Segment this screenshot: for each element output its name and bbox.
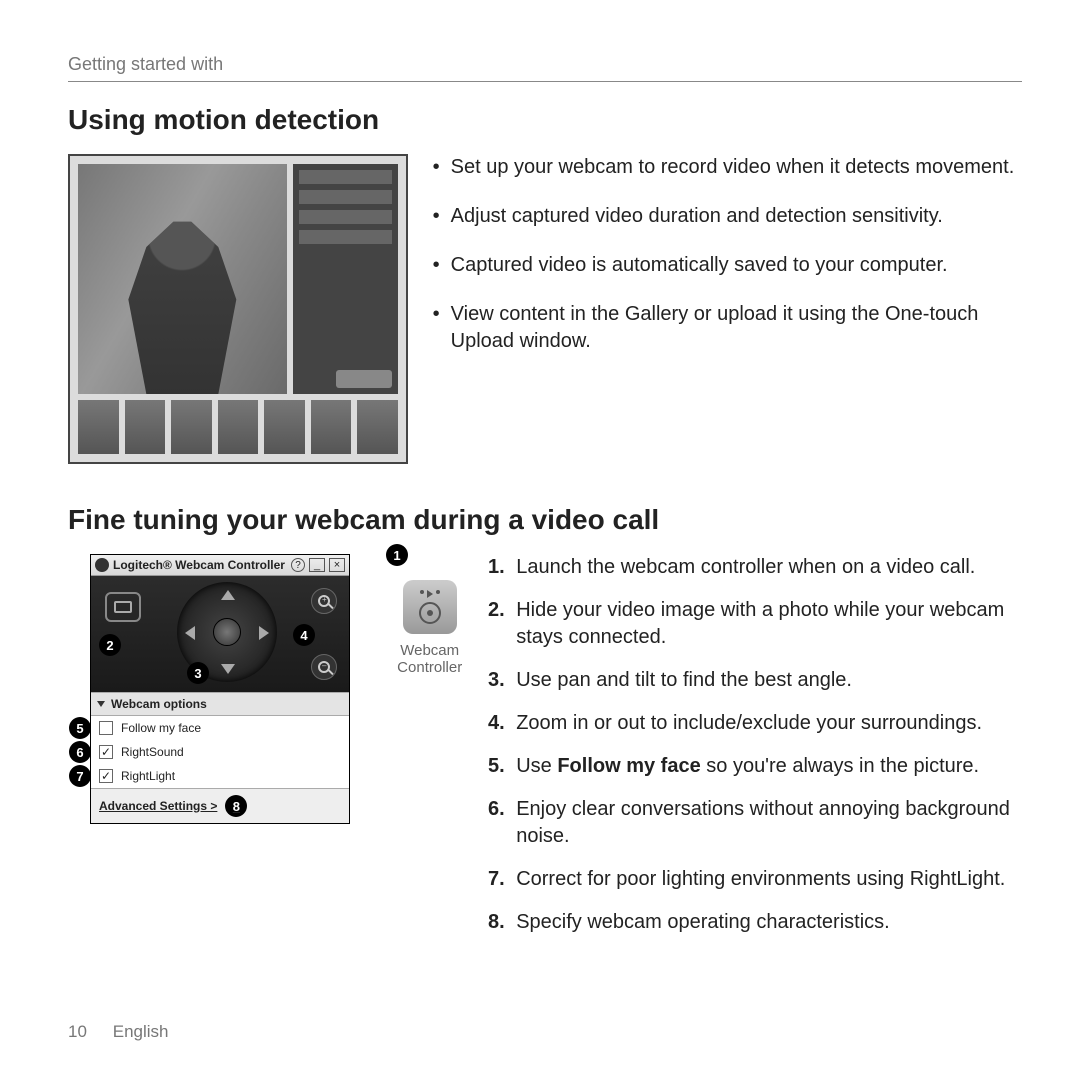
figure-thumbnail-strip [78,400,398,454]
section-fine-tuning: 1 Logitech® Webcam Controller ? _ × [68,554,1022,952]
section-motion-detection: Set up your webcam to record video when … [68,154,1022,464]
callout-5: 5 [69,717,91,739]
callout-1: 1 [386,544,408,566]
bullet: Adjust captured video duration and detec… [433,203,1022,230]
option-label: RightLight [121,769,175,783]
webcam-controller-caption: Webcam Controller [397,642,462,676]
figure-video-preview [78,164,287,394]
hide-video-button[interactable] [105,592,141,622]
window-title: Logitech® Webcam Controller [113,558,285,572]
step: Use Follow my face so you're always in t… [510,753,1022,780]
section1-bullets: Set up your webcam to record video when … [433,154,1022,464]
option-label: Follow my face [121,721,201,735]
option-rightsound[interactable]: 6 ✓ RightSound [91,740,349,764]
controller-pad-area: 2 3 4 [91,576,349,692]
callout-8: 8 [225,795,247,817]
step: Specify webcam operating characteristics… [510,909,1022,936]
running-header: Getting started with [68,54,1022,82]
close-button[interactable]: × [329,558,345,572]
figure-motion-detection-app [68,154,408,464]
bullet: Captured video is automatically saved to… [433,252,1022,279]
checkbox-icon[interactable] [99,721,113,735]
step: Use pan and tilt to find the best angle. [510,667,1022,694]
figure-settings-panel [293,164,398,394]
minimize-button[interactable]: _ [309,558,325,572]
page-footer: 10 English [68,1022,169,1042]
callout-6: 6 [69,741,91,763]
callout-2: 2 [99,634,121,656]
option-rightlight[interactable]: 7 ✓ RightLight [91,764,349,788]
page-language: English [113,1022,169,1041]
tilt-up-icon[interactable] [221,590,235,600]
section2-steps: Launch the webcam controller when on a v… [480,554,1022,952]
webcam-controller-window: Logitech® Webcam Controller ? _ × 2 3 [90,554,350,824]
help-icon[interactable]: ? [291,558,305,572]
webcam-options-label: Webcam options [111,697,207,711]
webcam-controller-icon[interactable] [403,580,457,634]
option-label: RightSound [121,745,184,759]
zoom-in-button[interactable] [311,588,337,614]
step: Hide your video image with a photo while… [510,597,1022,651]
checkbox-icon[interactable]: ✓ [99,769,113,783]
section2-title: Fine tuning your webcam during a video c… [68,504,1022,536]
webcam-options-header[interactable]: Webcam options [91,692,349,716]
pad-center[interactable] [213,618,241,646]
step: Enjoy clear conversations without annoyi… [510,796,1022,850]
pan-left-icon[interactable] [185,626,195,640]
app-logo-icon [95,558,109,572]
step: Correct for poor lighting environments u… [510,866,1022,893]
step: Zoom in or out to include/exclude your s… [510,710,1022,737]
callout-4: 4 [293,624,315,646]
callout-7: 7 [69,765,91,787]
bullet: Set up your webcam to record video when … [433,154,1022,181]
option-follow-my-face[interactable]: 5 Follow my face [91,716,349,740]
advanced-settings-label: Advanced Settings > [99,799,217,813]
tilt-down-icon[interactable] [221,664,235,674]
advanced-settings-link[interactable]: Advanced Settings > 8 [91,788,349,823]
page-number: 10 [68,1022,108,1042]
bullet: View content in the Gallery or upload it… [433,301,1022,355]
chevron-down-icon [97,701,105,707]
zoom-out-button[interactable] [311,654,337,680]
checkbox-icon[interactable]: ✓ [99,745,113,759]
step: Launch the webcam controller when on a v… [510,554,1022,581]
section1-title: Using motion detection [68,104,1022,136]
callout-3: 3 [187,662,209,684]
webcam-controller-launcher: Webcam Controller [397,580,462,952]
window-titlebar[interactable]: Logitech® Webcam Controller ? _ × [91,555,349,576]
pan-right-icon[interactable] [259,626,269,640]
